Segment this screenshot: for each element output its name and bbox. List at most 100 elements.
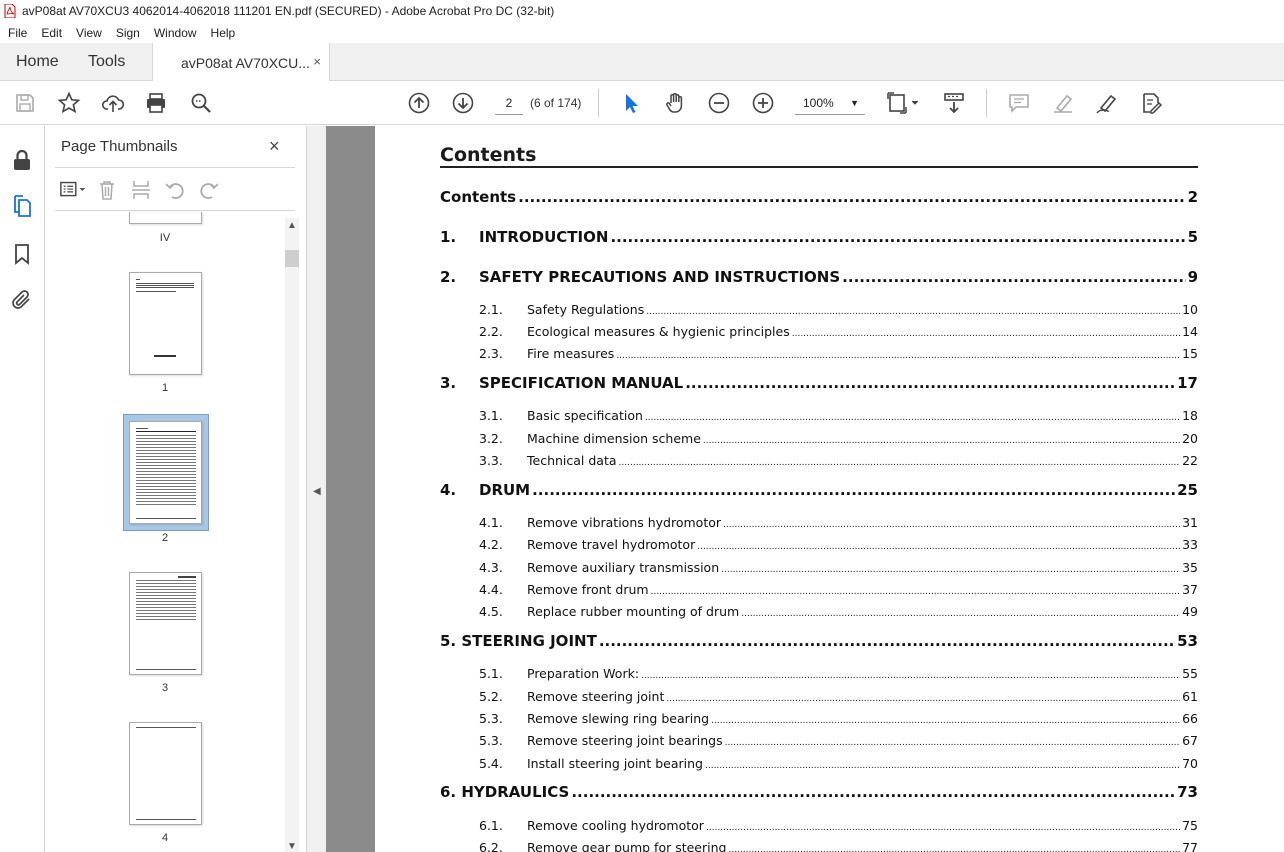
page-fit-icon[interactable]	[886, 90, 922, 116]
toc-section-entry[interactable]: 5.2. Remove steering joint 61	[440, 689, 1198, 704]
highlight-pen-icon[interactable]	[1050, 90, 1076, 116]
toc-chapter-entry[interactable]: 2. SAFETY PRECAUTIONS AND INSTRUCTIONS 9	[440, 268, 1198, 286]
zoom-out-icon[interactable]	[706, 90, 732, 116]
toc-leader-dots	[610, 228, 1185, 246]
scroll-up-icon[interactable]: ▲	[287, 220, 297, 231]
menu-edit[interactable]: Edit	[33, 26, 68, 40]
zoom-level-select[interactable]: 100% ▼	[795, 91, 865, 115]
tab-document[interactable]: avP08at AV70XCU... ×	[152, 43, 330, 82]
toc-section-entry[interactable]: 3.1. Basic specification 18	[440, 408, 1198, 423]
toc-section-entry[interactable]: 4.3. Remove auxiliary transmission 35	[440, 560, 1198, 575]
toc-leader-dots	[645, 413, 1180, 423]
thumbnail-page-4[interactable]	[129, 722, 202, 825]
toc-title: Remove steering joint bearings	[527, 733, 723, 748]
scrollbar-thumb[interactable]	[285, 250, 299, 267]
thumbnail-page-2[interactable]	[129, 421, 202, 524]
document-background	[326, 126, 375, 852]
thumbnail-label: 3	[161, 682, 169, 694]
toc-leader-dots	[741, 609, 1180, 619]
comment-icon[interactable]	[1006, 90, 1032, 116]
delete-page-icon[interactable]	[93, 179, 121, 201]
scroll-mode-icon[interactable]	[941, 90, 967, 116]
menu-view[interactable]: View	[68, 26, 108, 40]
panel-divider	[55, 210, 295, 211]
thumbnail-page-iv[interactable]	[129, 212, 202, 224]
toc-section-entry[interactable]: 4.1. Remove vibrations hydromotor 31	[440, 515, 1198, 530]
rotate-left-icon[interactable]	[161, 179, 189, 201]
toc-section-entry[interactable]: 5.4. Install steering joint bearing 70	[440, 756, 1198, 771]
toc-section-entry[interactable]: 6.1. Remove cooling hydromotor 75	[440, 818, 1198, 833]
toc-title: Remove vibrations hydromotor	[527, 515, 722, 530]
toc-section-entry[interactable]: 5.3. Remove slewing ring bearing 66	[440, 711, 1198, 726]
lock-icon[interactable]	[10, 148, 34, 172]
toc-section-entry[interactable]: 4.5. Replace rubber mounting of drum 49	[440, 604, 1198, 619]
insert-page-icon[interactable]	[127, 179, 155, 201]
toc-section-entry[interactable]: 5.1. Preparation Work: 55	[440, 666, 1198, 681]
thumbnail-page-1[interactable]	[129, 272, 202, 375]
toc-section-entry[interactable]: 4.2. Remove travel hydromotor 33	[440, 537, 1198, 552]
page-number-input[interactable]: 2	[495, 91, 523, 115]
previous-page-icon[interactable]	[406, 90, 432, 116]
next-page-icon[interactable]	[450, 90, 476, 116]
tab-close-icon[interactable]: ×	[313, 54, 321, 69]
thumbnail-page-3[interactable]	[129, 572, 202, 675]
toc-title: Remove slewing ring bearing	[527, 711, 710, 726]
toc-leader-dots	[697, 542, 1180, 552]
toc-section-entry[interactable]: 3.3. Technical data 22	[440, 453, 1198, 468]
zoom-search-icon[interactable]	[188, 90, 214, 116]
toc-chapter-entry[interactable]: 1. INTRODUCTION 5	[440, 228, 1198, 246]
toc-page-number: 9	[1187, 268, 1198, 286]
toc-chapter-entry[interactable]: Contents 2	[440, 188, 1198, 206]
toc-title: Replace rubber mounting of drum	[527, 604, 740, 619]
toc-section-entry[interactable]: 2.2. Ecological measures & hygienic princ…	[440, 324, 1198, 339]
toc-section-entry[interactable]: 2.1. Safety Regulations 10	[440, 302, 1198, 317]
toc-leader-dots	[571, 783, 1175, 801]
toc-chapter-entry[interactable]: 5. STEERING JOINT 53	[440, 632, 1198, 650]
sign-pen-icon[interactable]	[1094, 90, 1120, 116]
toc-number: 4.	[440, 481, 457, 499]
hand-tool-icon[interactable]	[662, 90, 688, 116]
toc-number: 4.1.	[479, 515, 503, 530]
toc-chapter-entry[interactable]: 3. SPECIFICATION MANUAL 17	[440, 374, 1198, 392]
menu-window[interactable]: Window	[146, 26, 203, 40]
chevron-down-icon: ▼	[850, 98, 859, 108]
close-icon[interactable]: ×	[269, 136, 280, 157]
toc-section-entry[interactable]: 2.3. Fire measures 15	[440, 346, 1198, 361]
zoom-in-icon[interactable]	[750, 90, 776, 116]
menu-file[interactable]: File	[0, 26, 33, 40]
bookmark-icon[interactable]	[10, 242, 34, 266]
toc-leader-dots	[703, 436, 1180, 446]
star-icon[interactable]	[56, 90, 82, 116]
page-thumbnails-icon[interactable]	[10, 194, 34, 218]
save-icon[interactable]	[12, 90, 38, 116]
fill-sign-icon[interactable]	[1138, 90, 1164, 116]
document-page[interactable]: Contents Contents 2 1. INTRODUCTION 5 2. SAFET…	[375, 126, 1284, 852]
toc-chapter-entry[interactable]: 4. DRUM 25	[440, 481, 1198, 499]
toc-leader-dots	[518, 188, 1185, 206]
attachment-icon[interactable]	[10, 288, 34, 312]
toc-title: 6. HYDRAULICS	[440, 783, 570, 801]
menu-sign[interactable]: Sign	[108, 26, 146, 40]
toc-section-entry[interactable]: 3.2. Machine dimension scheme 20	[440, 431, 1198, 446]
menu-help[interactable]: Help	[203, 26, 242, 40]
toc-chapter-entry[interactable]: 6. HYDRAULICS 73	[440, 783, 1198, 801]
toc-section-entry[interactable]: 5.3. Remove steering joint bearings 67	[440, 733, 1198, 748]
panel-collapse-handle[interactable]: ◀	[307, 126, 326, 852]
options-menu-icon[interactable]	[59, 179, 87, 201]
toc-number: 5.3.	[479, 711, 503, 726]
thumbnail-scrollbar[interactable]: ▲ ▼	[285, 218, 299, 852]
select-cursor-icon[interactable]	[618, 90, 644, 116]
thumbnail-label: 2	[161, 532, 169, 544]
toc-section-entry[interactable]: 6.2. Remove gear pump for steering 77	[440, 840, 1198, 852]
menu-bar: File Edit View Sign Window Help	[0, 22, 1284, 43]
tab-tools[interactable]: Tools	[88, 43, 125, 81]
tab-home[interactable]: Home	[16, 43, 59, 81]
toc-page-number: 53	[1177, 632, 1198, 650]
chevron-left-icon[interactable]: ◀	[313, 486, 321, 497]
scroll-down-icon[interactable]: ▼	[287, 841, 297, 852]
print-icon[interactable]	[143, 90, 169, 116]
upload-cloud-icon[interactable]	[100, 90, 126, 116]
toc-section-entry[interactable]: 4.4. Remove front drum 37	[440, 582, 1198, 597]
rotate-right-icon[interactable]	[195, 179, 223, 201]
page-heading: Contents	[440, 144, 537, 166]
